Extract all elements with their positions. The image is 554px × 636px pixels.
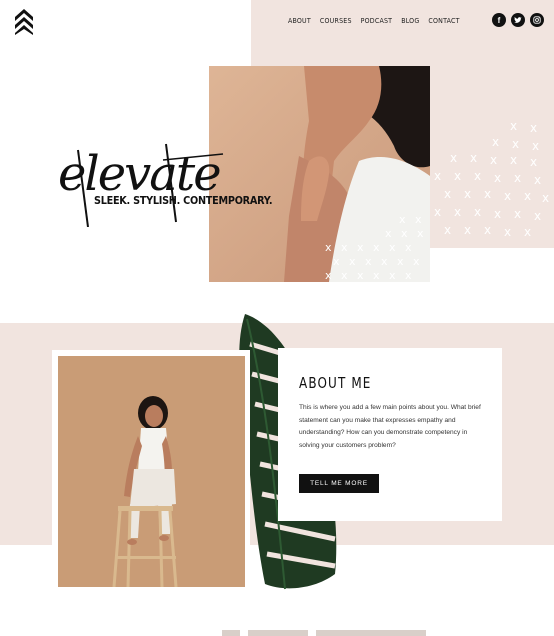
svg-text:x: x [534, 209, 541, 223]
nav-item-about[interactable]: ABOUT [288, 17, 311, 26]
twitter-icon[interactable] [511, 13, 525, 27]
svg-text:x: x [504, 189, 511, 203]
svg-text:x: x [341, 241, 348, 254]
svg-text:x: x [474, 205, 481, 219]
svg-text:x: x [373, 241, 380, 254]
svg-text:x: x [454, 205, 461, 219]
svg-text:x: x [484, 223, 491, 237]
svg-text:x: x [405, 241, 412, 254]
svg-text:x: x [524, 225, 531, 239]
svg-text:x: x [333, 255, 340, 268]
svg-text:x: x [434, 169, 441, 183]
svg-text:x: x [530, 155, 537, 169]
svg-text:x: x [504, 225, 511, 239]
about-body-text: This is where you add a few main points … [299, 404, 481, 449]
svg-text:x: x [514, 171, 521, 185]
about-title: ABOUT ME [299, 374, 372, 392]
svg-text:x: x [492, 135, 499, 149]
svg-text:x: x [444, 187, 451, 201]
svg-text:x: x [373, 269, 380, 282]
svg-text:x: x [357, 241, 364, 254]
svg-text:x: x [484, 187, 491, 201]
svg-text:x: x [510, 119, 517, 133]
svg-text:x: x [417, 227, 424, 240]
svg-text:x: x [413, 255, 420, 268]
svg-text:x: x [385, 227, 392, 240]
main-nav: ABOUT COURSES PODCAST BLOG CONTACT [288, 17, 469, 26]
about-card: ABOUT ME This is where you add a few mai… [278, 348, 502, 521]
svg-text:x: x [454, 169, 461, 183]
svg-text:x: x [357, 269, 364, 282]
svg-text:x: x [524, 189, 531, 203]
svg-text:x: x [405, 269, 412, 282]
svg-text:x: x [415, 213, 422, 226]
about-photo [58, 356, 245, 587]
facebook-icon[interactable]: f [492, 13, 506, 27]
svg-text:x: x [490, 153, 497, 167]
svg-text:x: x [401, 227, 408, 240]
svg-text:x: x [464, 187, 471, 201]
svg-text:x: x [470, 151, 477, 165]
hero-photo: xxxxxx xxxxxx xxxxxx xxx xx [209, 66, 430, 282]
instagram-icon[interactable] [530, 13, 544, 27]
svg-text:x: x [464, 223, 471, 237]
tell-me-more-button[interactable]: TELL ME MORE [299, 474, 379, 493]
svg-text:x: x [399, 213, 406, 226]
nav-item-podcast[interactable]: PODCAST [361, 17, 393, 26]
x-pattern-decoration: xx xxx xxxxx xxxxxx xxxxxx xxxxxx xxxxx [434, 119, 549, 239]
elevate-script-heading: elevate [58, 143, 224, 227]
brand-logo-icon[interactable] [13, 7, 35, 35]
social-links: f [492, 13, 544, 27]
svg-text:x: x [325, 241, 332, 254]
svg-text:x: x [514, 207, 521, 221]
hero-tagline: SLEEK. STYLISH. CONTEMPORARY. [94, 194, 273, 207]
preview-tile [248, 630, 308, 636]
svg-text:x: x [474, 169, 481, 183]
svg-text:x: x [532, 139, 539, 153]
svg-text:x: x [534, 173, 541, 187]
svg-text:x: x [444, 223, 451, 237]
svg-text:x: x [510, 153, 517, 167]
next-section-preview [222, 630, 512, 636]
nav-item-courses[interactable]: COURSES [320, 17, 352, 26]
svg-text:x: x [530, 121, 537, 135]
svg-text:x: x [494, 171, 501, 185]
preview-tile [316, 630, 426, 636]
svg-text:x: x [365, 255, 372, 268]
svg-text:x: x [389, 269, 396, 282]
svg-text:x: x [494, 207, 501, 221]
svg-text:x: x [381, 255, 388, 268]
svg-text:x: x [349, 255, 356, 268]
svg-text:x: x [341, 269, 348, 282]
preview-tile [222, 630, 240, 636]
nav-item-contact[interactable]: CONTACT [428, 17, 459, 26]
svg-text:x: x [512, 137, 519, 151]
svg-text:x: x [450, 151, 457, 165]
svg-text:x: x [542, 191, 549, 205]
svg-text:x: x [389, 241, 396, 254]
svg-text:x: x [325, 269, 332, 282]
svg-text:x: x [397, 255, 404, 268]
nav-item-blog[interactable]: BLOG [401, 17, 419, 26]
svg-text:x: x [434, 205, 441, 219]
